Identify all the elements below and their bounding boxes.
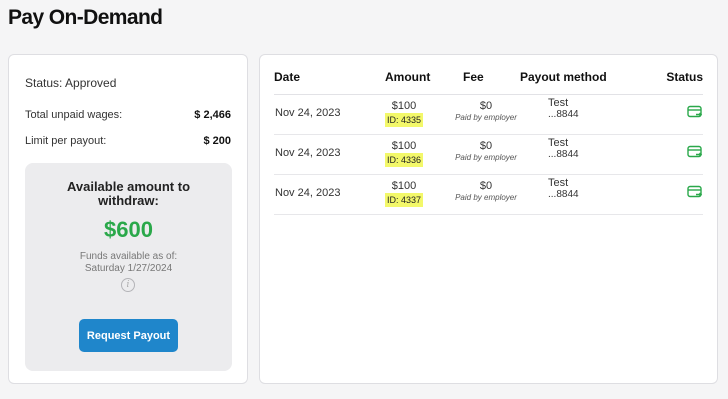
limit-per-payout-row: Limit per payout: $ 200 (25, 135, 231, 147)
row-amount: $100 ID: 4335 (378, 100, 430, 127)
payout-id: ID: 4337 (384, 193, 424, 207)
row-payout-method: Test ...8844 (548, 137, 579, 161)
card-transfer-icon[interactable] (687, 105, 703, 119)
payout-name: Test (548, 97, 569, 109)
fee-value: $0 (479, 140, 493, 152)
row-amount: $100 ID: 4336 (378, 140, 430, 167)
row-date: Nov 24, 2023 (275, 187, 341, 199)
approval-status: Status: Approved (25, 76, 117, 90)
table-row: Nov 24, 2023 $100 ID: 4337 $0 Paid by em… (274, 175, 703, 215)
balance-card: Status: Approved Total unpaid wages: $ 2… (8, 54, 248, 384)
page-title: Pay On-Demand (8, 6, 163, 29)
header-amount: Amount (385, 70, 431, 84)
payout-account: ...8844 (548, 109, 579, 120)
funds-available-note: Funds available as of: Saturday 1/27/202… (79, 251, 178, 274)
row-date: Nov 24, 2023 (275, 147, 341, 159)
fee-value: $0 (479, 180, 493, 192)
payout-name: Test (548, 177, 569, 189)
amount-value: $100 (391, 180, 417, 192)
total-unpaid-wages-row: Total unpaid wages: $ 2,466 (25, 109, 231, 121)
available-amount-panel: Available amount to withdraw: $600 Funds… (25, 163, 232, 371)
payout-id: ID: 4336 (384, 153, 424, 167)
row-payout-method: Test ...8844 (548, 177, 579, 201)
card-transfer-icon[interactable] (687, 185, 703, 199)
table-header: Date Amount Fee Payout method Status (274, 70, 703, 95)
row-date: Nov 24, 2023 (275, 107, 341, 119)
fee-note: Paid by employer (455, 193, 517, 202)
fee-value: $0 (479, 100, 493, 112)
header-fee: Fee (463, 70, 484, 84)
row-fee: $0 Paid by employer (452, 100, 520, 122)
payout-id: ID: 4335 (384, 113, 424, 127)
request-payout-button[interactable]: Request Payout (79, 319, 178, 352)
total-unpaid-value: $ 2,466 (194, 109, 231, 121)
row-payout-method: Test ...8844 (548, 97, 579, 121)
table-row: Nov 24, 2023 $100 ID: 4336 $0 Paid by em… (274, 135, 703, 175)
total-unpaid-label: Total unpaid wages: (25, 109, 123, 121)
available-title: Available amount to withdraw: (66, 179, 191, 208)
payout-name: Test (548, 137, 569, 149)
row-amount: $100 ID: 4337 (378, 180, 430, 207)
available-amount: $600 (104, 217, 153, 242)
info-icon[interactable]: i (121, 278, 135, 292)
payout-history-card: Date Amount Fee Payout method Status Nov… (259, 54, 718, 384)
row-fee: $0 Paid by employer (452, 140, 520, 162)
limit-value: $ 200 (203, 135, 231, 147)
header-date: Date (274, 70, 301, 84)
card-transfer-icon[interactable] (687, 145, 703, 159)
fee-note: Paid by employer (455, 113, 517, 122)
fee-note: Paid by employer (455, 153, 517, 162)
limit-label: Limit per payout: (25, 135, 107, 147)
table-row: Nov 24, 2023 $100 ID: 4335 $0 Paid by em… (274, 95, 703, 135)
payout-account: ...8844 (548, 189, 579, 200)
header-status: Status (666, 70, 703, 84)
amount-value: $100 (391, 140, 417, 152)
row-fee: $0 Paid by employer (452, 180, 520, 202)
amount-value: $100 (391, 100, 417, 112)
payout-account: ...8844 (548, 149, 579, 160)
header-payout-method: Payout method (520, 70, 607, 84)
